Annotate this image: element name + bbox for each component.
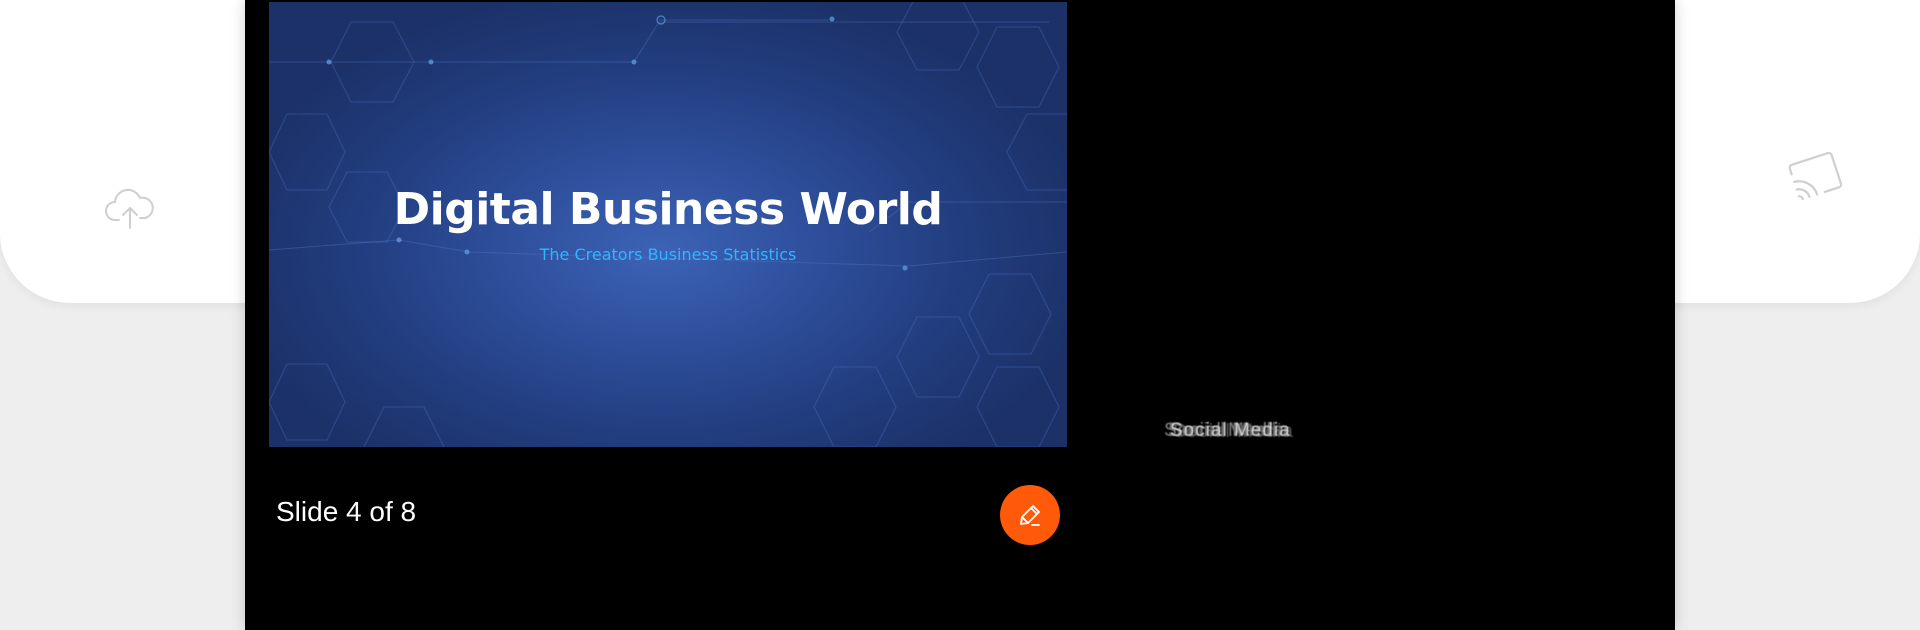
cloud-upload-icon[interactable] (102, 181, 158, 237)
caption-text: Social Media (1170, 420, 1291, 441)
slide-title: Digital Business World (393, 184, 943, 235)
pencil-edit-icon (1020, 505, 1040, 526)
cast-icon[interactable] (1788, 150, 1844, 206)
edit-button[interactable] (1000, 485, 1060, 545)
presentation-player: Digital Business World The Creators Busi… (245, 0, 1675, 630)
slide-preview[interactable]: Digital Business World The Creators Busi… (269, 2, 1067, 447)
slide-counter: Slide 4 of 8 (276, 496, 417, 527)
slide-subtitle: The Creators Business Statistics (539, 245, 797, 264)
